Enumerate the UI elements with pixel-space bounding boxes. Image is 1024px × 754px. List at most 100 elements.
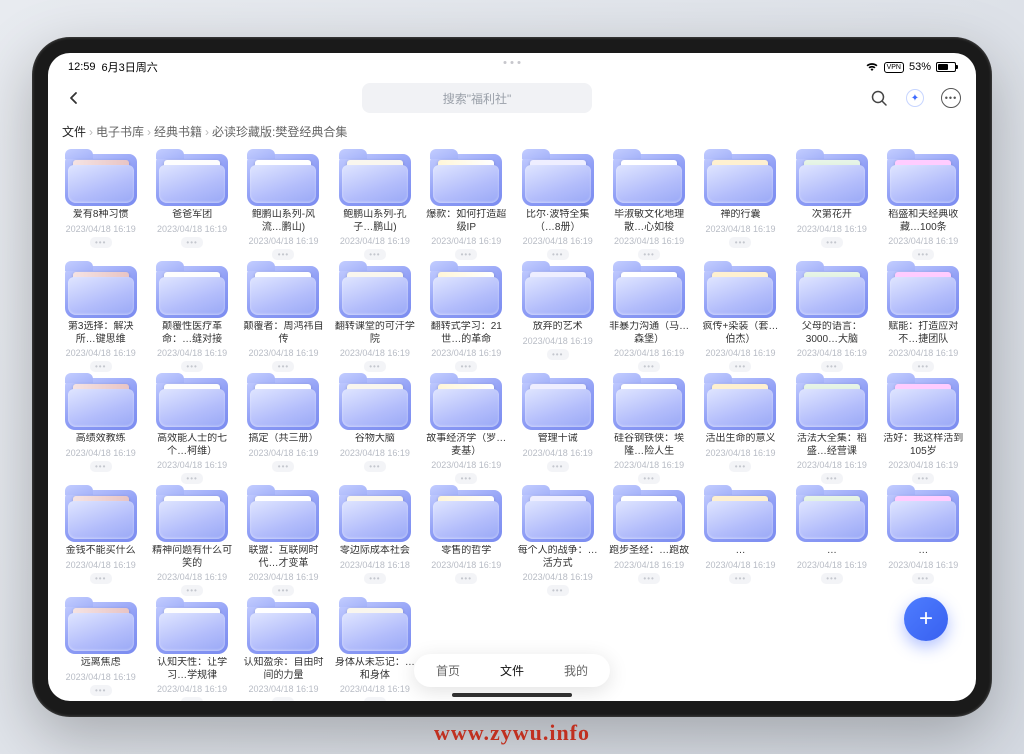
folder-item[interactable]: 活好：我这样活到105岁2023/04/18 16:19•••	[879, 376, 968, 484]
folder-more-button[interactable]: •••	[181, 697, 203, 701]
folder-more-button[interactable]: •••	[729, 461, 751, 472]
folder-item[interactable]: 赋能：打造应对不…捷团队2023/04/18 16:19•••	[879, 264, 968, 372]
folder-more-button[interactable]: •••	[638, 473, 660, 484]
add-button[interactable]: +	[904, 597, 948, 641]
folder-more-button[interactable]: •••	[90, 573, 112, 584]
folder-item[interactable]: 鲍鹏山系列-孔子…鹏山)2023/04/18 16:19•••	[330, 152, 419, 260]
folder-item[interactable]: 毕淑敏文化地理散…心如梭2023/04/18 16:19•••	[604, 152, 693, 260]
folder-item[interactable]: 精神问题有什么可笑的2023/04/18 16:19•••	[147, 488, 236, 596]
folder-item[interactable]: …2023/04/18 16:19•••	[787, 488, 876, 596]
folder-more-button[interactable]: •••	[181, 361, 203, 372]
folder-more-button[interactable]: •••	[638, 361, 660, 372]
breadcrumb-part[interactable]: 必读珍藏版:樊登经典合集	[212, 123, 347, 140]
tab-files[interactable]: 文件	[500, 662, 524, 679]
folder-more-button[interactable]: •••	[455, 361, 477, 372]
breadcrumb-part[interactable]: 电子书库	[96, 123, 144, 140]
folder-more-button[interactable]: •••	[272, 461, 294, 472]
folder-more-button[interactable]: •••	[638, 249, 660, 260]
search-icon[interactable]	[868, 87, 890, 109]
folder-item[interactable]: 非暴力沟通（马…森堡）2023/04/18 16:19•••	[604, 264, 693, 372]
tab-me[interactable]: 我的	[564, 662, 588, 679]
folder-more-button[interactable]: •••	[272, 697, 294, 701]
folder-item[interactable]: 爱有8种习惯2023/04/18 16:19•••	[56, 152, 145, 260]
folder-item[interactable]: 硅谷钢铁侠：埃隆…险人生2023/04/18 16:19•••	[604, 376, 693, 484]
folder-item[interactable]: 跑步圣经：…跑故2023/04/18 16:19•••	[604, 488, 693, 596]
folder-item[interactable]: 稻盛和夫经典收藏…100条2023/04/18 16:19•••	[879, 152, 968, 260]
folder-item[interactable]: 活出生命的意义2023/04/18 16:19•••	[696, 376, 785, 484]
folder-item[interactable]: 身体从未忘记：…和身体2023/04/18 16:19•••	[330, 600, 419, 701]
folder-more-button[interactable]: •••	[90, 461, 112, 472]
folder-more-button[interactable]: •••	[364, 249, 386, 260]
folder-more-button[interactable]: •••	[181, 473, 203, 484]
breadcrumb-root[interactable]: 文件	[62, 123, 86, 140]
folder-item[interactable]: 搞定（共三册）2023/04/18 16:19•••	[239, 376, 328, 484]
folder-item[interactable]: 颠覆者：周鸿祎自传2023/04/18 16:19•••	[239, 264, 328, 372]
folder-item[interactable]: 疯传+染装（套…伯杰）2023/04/18 16:19•••	[696, 264, 785, 372]
folder-more-button[interactable]: •••	[729, 361, 751, 372]
folder-more-button[interactable]: •••	[821, 473, 843, 484]
folder-more-button[interactable]: •••	[912, 361, 934, 372]
folder-more-button[interactable]: •••	[729, 237, 751, 248]
folder-more-button[interactable]: •••	[272, 585, 294, 596]
folder-more-button[interactable]: •••	[729, 573, 751, 584]
folder-item[interactable]: 父母的语言：3000…大脑2023/04/18 16:19•••	[787, 264, 876, 372]
folder-more-button[interactable]: •••	[272, 361, 294, 372]
folder-item[interactable]: …2023/04/18 16:19•••	[879, 488, 968, 596]
folder-more-button[interactable]: •••	[455, 573, 477, 584]
folder-item[interactable]: 高绩效教练2023/04/18 16:19•••	[56, 376, 145, 484]
folder-more-button[interactable]: •••	[638, 573, 660, 584]
folder-item[interactable]: 管理十诫2023/04/18 16:19•••	[513, 376, 602, 484]
folder-item[interactable]: 放弃的艺术2023/04/18 16:19•••	[513, 264, 602, 372]
folder-more-button[interactable]: •••	[90, 361, 112, 372]
breadcrumb[interactable]: 文件 › 电子书库 › 经典书籍 › 必读珍藏版:樊登经典合集	[48, 119, 976, 148]
folder-item[interactable]: 零边际成本社会2023/04/18 16:18•••	[330, 488, 419, 596]
folder-more-button[interactable]: •••	[181, 237, 203, 248]
folder-more-button[interactable]: •••	[455, 473, 477, 484]
folder-item[interactable]: 翻转课堂的可汗学院2023/04/18 16:19•••	[330, 264, 419, 372]
folder-more-button[interactable]: •••	[181, 585, 203, 596]
folder-item[interactable]: 爆款：如何打造超级IP2023/04/18 16:19•••	[422, 152, 511, 260]
folder-item[interactable]: …2023/04/18 16:19•••	[696, 488, 785, 596]
folder-item[interactable]: 高效能人士的七个…柯维）2023/04/18 16:19•••	[147, 376, 236, 484]
folder-more-button[interactable]: •••	[455, 249, 477, 260]
folder-more-button[interactable]: •••	[912, 249, 934, 260]
folder-more-button[interactable]: •••	[364, 697, 386, 701]
folder-more-button[interactable]: •••	[547, 461, 569, 472]
folder-more-button[interactable]: •••	[364, 461, 386, 472]
folder-item[interactable]: 爸爸军团2023/04/18 16:19•••	[147, 152, 236, 260]
breadcrumb-part[interactable]: 经典书籍	[154, 123, 202, 140]
folder-more-button[interactable]: •••	[912, 573, 934, 584]
folder-item[interactable]: 金钱不能买什么2023/04/18 16:19•••	[56, 488, 145, 596]
search-input[interactable]: 搜索"福利社"	[362, 83, 592, 113]
folder-more-button[interactable]: •••	[821, 237, 843, 248]
folder-more-button[interactable]: •••	[821, 573, 843, 584]
folder-more-button[interactable]: •••	[272, 249, 294, 260]
folder-item[interactable]: 禅的行囊2023/04/18 16:19•••	[696, 152, 785, 260]
folder-item[interactable]: 比尔·波特全集（…8册）2023/04/18 16:19•••	[513, 152, 602, 260]
folder-more-button[interactable]: •••	[912, 473, 934, 484]
folder-item[interactable]: 颠覆性医疗革命：…缝对接2023/04/18 16:19•••	[147, 264, 236, 372]
folder-item[interactable]: 谷物大脑2023/04/18 16:19•••	[330, 376, 419, 484]
more-menu-icon[interactable]: •••	[940, 87, 962, 109]
folder-item[interactable]: 零售的哲学2023/04/18 16:19•••	[422, 488, 511, 596]
folder-item[interactable]: 联盟：互联网时代…才变革2023/04/18 16:19•••	[239, 488, 328, 596]
folder-item[interactable]: 活法大全集：稻盛…经营课2023/04/18 16:19•••	[787, 376, 876, 484]
folder-item[interactable]: 第3选择：解决所…键思维2023/04/18 16:19•••	[56, 264, 145, 372]
folder-item[interactable]: 鲍鹏山系列-风流…鹏山)2023/04/18 16:19•••	[239, 152, 328, 260]
folder-more-button[interactable]: •••	[364, 573, 386, 584]
tab-home[interactable]: 首页	[436, 662, 460, 679]
folder-more-button[interactable]: •••	[364, 361, 386, 372]
folder-item[interactable]: 次第花开2023/04/18 16:19•••	[787, 152, 876, 260]
folder-item[interactable]: 远离焦虑2023/04/18 16:19•••	[56, 600, 145, 701]
folder-more-button[interactable]: •••	[547, 349, 569, 360]
folder-item[interactable]: 认知盈余：自由时间的力量2023/04/18 16:19•••	[239, 600, 328, 701]
folder-item[interactable]: 每个人的战争：…活方式2023/04/18 16:19•••	[513, 488, 602, 596]
folder-item[interactable]: 认知天性：让学习…学规律2023/04/18 16:19•••	[147, 600, 236, 701]
folder-more-button[interactable]: •••	[90, 685, 112, 696]
spark-icon[interactable]: ✦	[904, 87, 926, 109]
folder-more-button[interactable]: •••	[821, 361, 843, 372]
folder-more-button[interactable]: •••	[547, 249, 569, 260]
back-button[interactable]	[62, 86, 86, 110]
folder-more-button[interactable]: •••	[547, 585, 569, 596]
folder-more-button[interactable]: •••	[90, 237, 112, 248]
